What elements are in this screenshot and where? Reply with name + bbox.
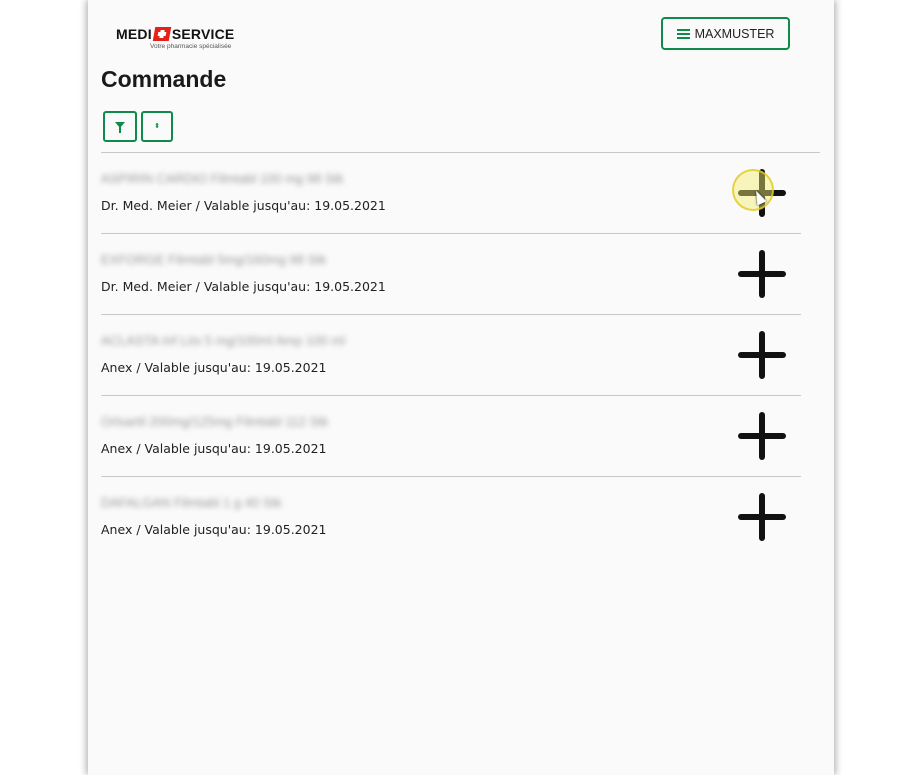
medication-name: ASPIRIN CARDIO Filmtabl 100 mg 98 Stk	[101, 171, 344, 186]
list-item: EXFORGE Filmtabl 5mg/160mg 98 Stk Dr. Me…	[101, 234, 801, 315]
list-item: DAFALGAN Filmtabl 1 g 40 Stk Anex / Vala…	[101, 477, 801, 557]
prescription-meta: Dr. Med. Meier / Valable jusqu'au: 19.05…	[101, 279, 386, 294]
user-menu-button[interactable]: MAXMUSTER	[661, 17, 790, 50]
add-item-button[interactable]	[736, 491, 788, 543]
logo-wordmark: MEDI SERVICE	[116, 26, 234, 42]
logo-tagline: Votre pharmacie spécialisée	[150, 43, 232, 50]
list-item: ASPIRIN CARDIO Filmtabl 100 mg 98 Stk Dr…	[101, 153, 801, 234]
filter-button[interactable]	[103, 111, 137, 142]
plus-icon	[738, 412, 786, 460]
order-list: ASPIRIN CARDIO Filmtabl 100 mg 98 Stk Dr…	[101, 153, 801, 557]
prescription-meta: Dr. Med. Meier / Valable jusqu'au: 19.05…	[101, 198, 386, 213]
add-item-button[interactable]	[736, 410, 788, 462]
plus-icon	[738, 493, 786, 541]
prescription-meta: Anex / Valable jusqu'au: 19.05.2021	[101, 522, 327, 537]
medication-name: EXFORGE Filmtabl 5mg/160mg 98 Stk	[101, 252, 327, 267]
add-item-button[interactable]	[736, 248, 788, 300]
medication-name: Orlsartil 200mg/125mg Filmtabl 112 Stk	[101, 414, 329, 429]
sort-icon: ⬍	[154, 123, 160, 130]
brand-logo[interactable]: MEDI SERVICE Votre pharmacie spécialisée	[116, 26, 246, 54]
funnel-icon	[115, 121, 125, 133]
swiss-cross-icon	[152, 27, 172, 41]
add-item-button[interactable]	[736, 329, 788, 381]
add-item-button[interactable]	[736, 167, 788, 219]
user-menu-label: MAXMUSTER	[694, 26, 775, 41]
sort-button[interactable]: ⬍	[141, 111, 173, 142]
plus-icon	[738, 331, 786, 379]
medication-name: DAFALGAN Filmtabl 1 g 40 Stk	[101, 495, 282, 510]
plus-icon	[738, 250, 786, 298]
hamburger-menu-icon	[676, 28, 690, 39]
logo-text-right: SERVICE	[171, 26, 235, 42]
plus-icon	[738, 169, 786, 217]
medication-name: ACLASTA Inf Lös 5 mg/100ml Amp 100 ml	[101, 333, 345, 348]
list-item: ACLASTA Inf Lös 5 mg/100ml Amp 100 ml An…	[101, 315, 801, 396]
page-title: Commande	[101, 66, 227, 92]
prescription-meta: Anex / Valable jusqu'au: 19.05.2021	[101, 360, 327, 375]
list-item: Orlsartil 200mg/125mg Filmtabl 112 Stk A…	[101, 396, 801, 477]
page-card: MEDI SERVICE Votre pharmacie spécialisée…	[88, 0, 834, 775]
prescription-meta: Anex / Valable jusqu'au: 19.05.2021	[101, 441, 327, 456]
logo-text-left: MEDI	[116, 26, 152, 42]
